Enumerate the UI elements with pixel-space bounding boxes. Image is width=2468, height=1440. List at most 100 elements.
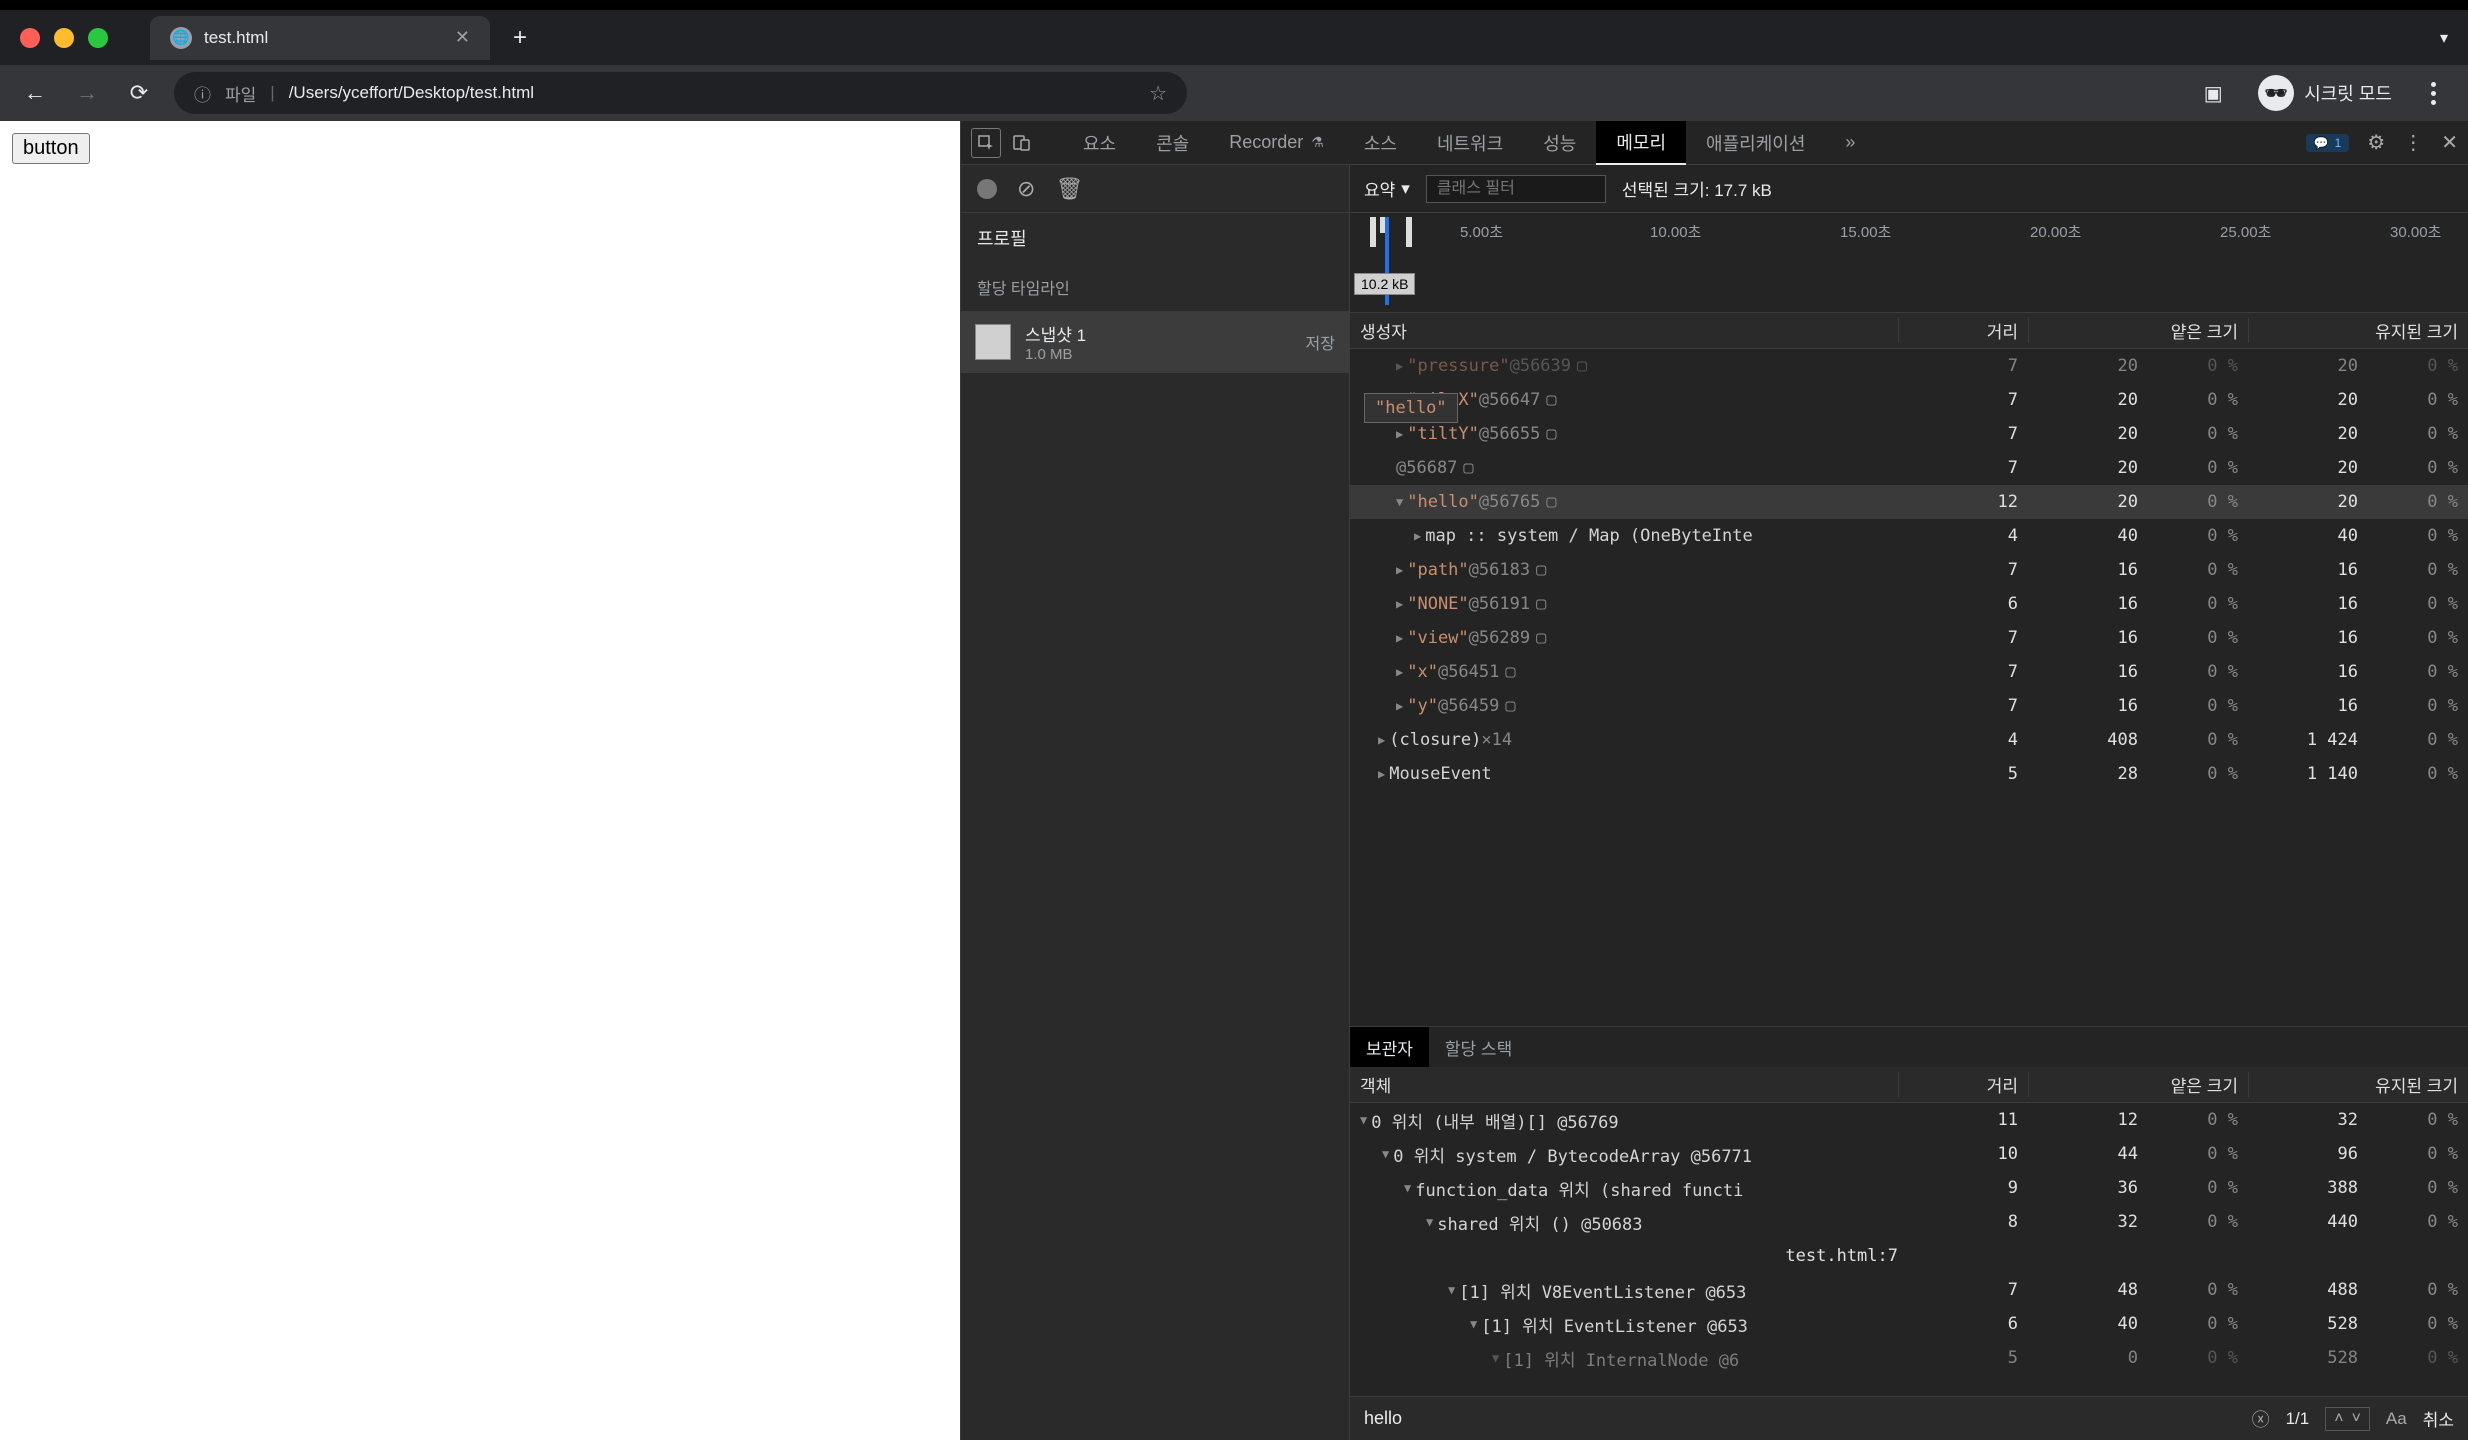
header-retained[interactable]: 유지된 크기	[2248, 318, 2468, 343]
fullscreen-window-button[interactable]	[88, 28, 108, 48]
header-object[interactable]: 객체	[1350, 1072, 1898, 1097]
table-row[interactable]: ▼[1] 위치 V8EventListener @6537480 %4880 %	[1350, 1273, 2468, 1307]
close-tab-icon[interactable]: ✕	[455, 27, 470, 48]
header-shallow[interactable]: 얕은 크기	[2028, 318, 2248, 343]
timeline-tick: 25.00초	[2220, 221, 2271, 242]
url-scheme: 파일	[225, 81, 256, 106]
settings-gear-icon[interactable]: ⚙	[2367, 130, 2385, 155]
table-row[interactable]: ▼"hello" @56765▢12200 %200 %	[1350, 485, 2468, 519]
table-row[interactable]: ▶"y" @56459▢7160 %160 %	[1350, 689, 2468, 723]
incognito-label: 시크릿 모드	[2304, 80, 2392, 106]
tabs-dropdown-icon[interactable]: ▾	[2440, 28, 2448, 48]
table-row[interactable]: ▶MouseEvent5280 %1 1400 %	[1350, 757, 2468, 791]
bookmark-star-icon[interactable]: ☆	[1149, 81, 1167, 106]
timeline-bar	[1370, 217, 1376, 247]
timeline-tick: 30.00초	[2390, 221, 2441, 242]
header-retained[interactable]: 유지된 크기	[2248, 1072, 2468, 1097]
search-bar: ⓧ 1/1 ˄ ˅ Aa 취소	[1350, 1396, 2468, 1440]
tab-console[interactable]: 콘솔	[1136, 121, 1209, 165]
memory-main-panel: 요약▾ 선택된 크기: 17.7 kB 5.00초10.00초15.00초20.…	[1350, 165, 2468, 1440]
selected-size-label: 선택된 크기: 17.7 kB	[1622, 176, 1772, 201]
devtools-menu-icon[interactable]: ⋮	[2403, 130, 2423, 155]
chevron-down-icon: ▾	[1401, 179, 1410, 199]
devtools-toolbar: 요소 콘솔 Recorder⚗ 소스 네트워크 성능 메모리 애플리케이션 » …	[961, 121, 2468, 165]
table-row[interactable]: ▶"view" @56289▢7160 %160 %	[1350, 621, 2468, 655]
tab-memory[interactable]: 메모리	[1596, 121, 1686, 165]
search-cancel[interactable]: 취소	[2423, 1406, 2454, 1431]
table-row[interactable]: ▼[1] 위치 InternalNode @6500 %5280 %	[1350, 1341, 2468, 1375]
allocation-timeline[interactable]: 5.00초10.00초15.00초20.00초25.00초30.00초 10.2…	[1350, 213, 2468, 313]
table-row[interactable]: ▶map :: system / Map (OneByteInte4400 %4…	[1350, 519, 2468, 553]
snapshot-save-link[interactable]: 저장	[1306, 330, 1335, 354]
class-filter-input[interactable]	[1426, 175, 1606, 203]
table-row[interactable]: ▼0 위치 (내부 배열)[] @5676911120 %320 %	[1350, 1103, 2468, 1137]
tab-recorder[interactable]: Recorder⚗	[1209, 121, 1344, 165]
info-icon[interactable]: ⓘ	[194, 81, 211, 106]
case-sensitive-toggle[interactable]: Aa	[2386, 1409, 2407, 1429]
tab-application[interactable]: 애플리케이션	[1686, 121, 1825, 165]
search-prev-icon[interactable]: ˄	[2334, 1410, 2343, 1428]
table-row[interactable]: ▶"NONE" @56191▢6160 %160 %	[1350, 587, 2468, 621]
browser-tab[interactable]: 🌐 test.html ✕	[150, 16, 490, 60]
search-nav: ˄ ˅	[2325, 1407, 2370, 1431]
url-box[interactable]: ⓘ 파일 | /Users/yceffort/Desktop/test.html…	[174, 72, 1187, 114]
tab-performance[interactable]: 성능	[1523, 121, 1596, 165]
close-window-button[interactable]	[20, 28, 40, 48]
timeline-tick: 5.00초	[1460, 221, 1503, 242]
hover-tooltip: "hello"	[1364, 393, 1458, 423]
element-picker-icon[interactable]	[971, 128, 1001, 158]
table-row[interactable]: ▼shared 위치 () @506838320 %4400 %	[1350, 1205, 2468, 1239]
globe-icon: 🌐	[170, 27, 192, 49]
table-row[interactable]: ▼function_data 위치 (shared functi9360 %38…	[1350, 1171, 2468, 1205]
device-toggle-icon[interactable]	[1007, 128, 1037, 158]
profiles-label: 프로필	[961, 213, 1349, 263]
search-input[interactable]	[1364, 1408, 2236, 1429]
snapshot-title: 스냅샷 1	[1025, 321, 1086, 346]
tab-title: test.html	[204, 28, 268, 48]
timeline-bar	[1406, 217, 1412, 247]
tab-elements[interactable]: 요소	[1063, 121, 1136, 165]
header-constructor[interactable]: 생성자	[1350, 318, 1898, 343]
view-dropdown[interactable]: 요약▾	[1364, 176, 1410, 201]
table-row[interactable]: ▼0 위치 system / BytecodeArray @5677110440…	[1350, 1137, 2468, 1171]
alloc-stack-tab[interactable]: 할당 스택	[1429, 1027, 1528, 1067]
tab-network[interactable]: 네트워크	[1417, 121, 1523, 165]
delete-icon[interactable]: 🗑	[1055, 176, 1083, 202]
table-row[interactable]: ▶"tiltY" @56655▢7200 %200 %	[1350, 417, 2468, 451]
forward-button[interactable]: →	[70, 76, 104, 110]
table-row[interactable]: ▶"x" @56451▢7160 %160 %	[1350, 655, 2468, 689]
browser-menu-icon[interactable]	[2416, 82, 2450, 105]
record-icon[interactable]	[977, 179, 997, 199]
header-shallow[interactable]: 얕은 크기	[2028, 1072, 2248, 1097]
incognito-indicator[interactable]: 🕶 시크릿 모드	[2258, 75, 2392, 111]
tab-bar: 🌐 test.html ✕ + ▾	[0, 10, 2468, 65]
reader-mode-icon[interactable]: ▣	[2196, 76, 2230, 110]
header-distance[interactable]: 거리	[1898, 318, 2028, 343]
snapshot-size: 1.0 MB	[1025, 346, 1086, 363]
url-path: /Users/yceffort/Desktop/test.html	[289, 83, 534, 103]
table-row[interactable]: ▶"pressure" @56639▢7200 %200 %	[1350, 349, 2468, 383]
search-next-icon[interactable]: ˅	[2352, 1410, 2361, 1428]
tab-sources[interactable]: 소스	[1344, 121, 1417, 165]
reload-button[interactable]: ⟳	[122, 76, 156, 110]
table-row[interactable]: ▼[1] 위치 EventListener @6536400 %5280 %	[1350, 1307, 2468, 1341]
table-row[interactable]: ▶(closure) ×1444080 %1 4240 %	[1350, 723, 2468, 757]
table-row[interactable]: ▶"path" @56183▢7160 %160 %	[1350, 553, 2468, 587]
table-row[interactable]: @56687▢7200 %200 %	[1350, 451, 2468, 485]
back-button[interactable]: ←	[18, 76, 52, 110]
retainers-tab[interactable]: 보관자	[1350, 1027, 1429, 1067]
new-tab-button[interactable]: +	[502, 20, 538, 56]
close-devtools-icon[interactable]: ✕	[2441, 130, 2458, 155]
header-distance[interactable]: 거리	[1898, 1072, 2028, 1097]
table-row[interactable]: test.html:7	[1350, 1239, 2468, 1273]
minimize-window-button[interactable]	[54, 28, 74, 48]
clear-search-icon[interactable]: ⓧ	[2252, 1406, 2270, 1432]
snapshot-item[interactable]: 스냅샷 1 1.0 MB 저장	[961, 311, 1349, 373]
clear-icon[interactable]: ⊘	[1017, 176, 1035, 202]
message-badge[interactable]: 💬1	[2306, 134, 2350, 152]
more-tabs-icon[interactable]: »	[1825, 121, 1875, 165]
retainers-table-header: 객체 거리 얕은 크기 유지된 크기	[1350, 1067, 2468, 1103]
top-line	[0, 0, 2468, 10]
table-row[interactable]: ▶"tiltX" @56647▢7200 %200 %	[1350, 383, 2468, 417]
page-button[interactable]: button	[12, 133, 90, 164]
